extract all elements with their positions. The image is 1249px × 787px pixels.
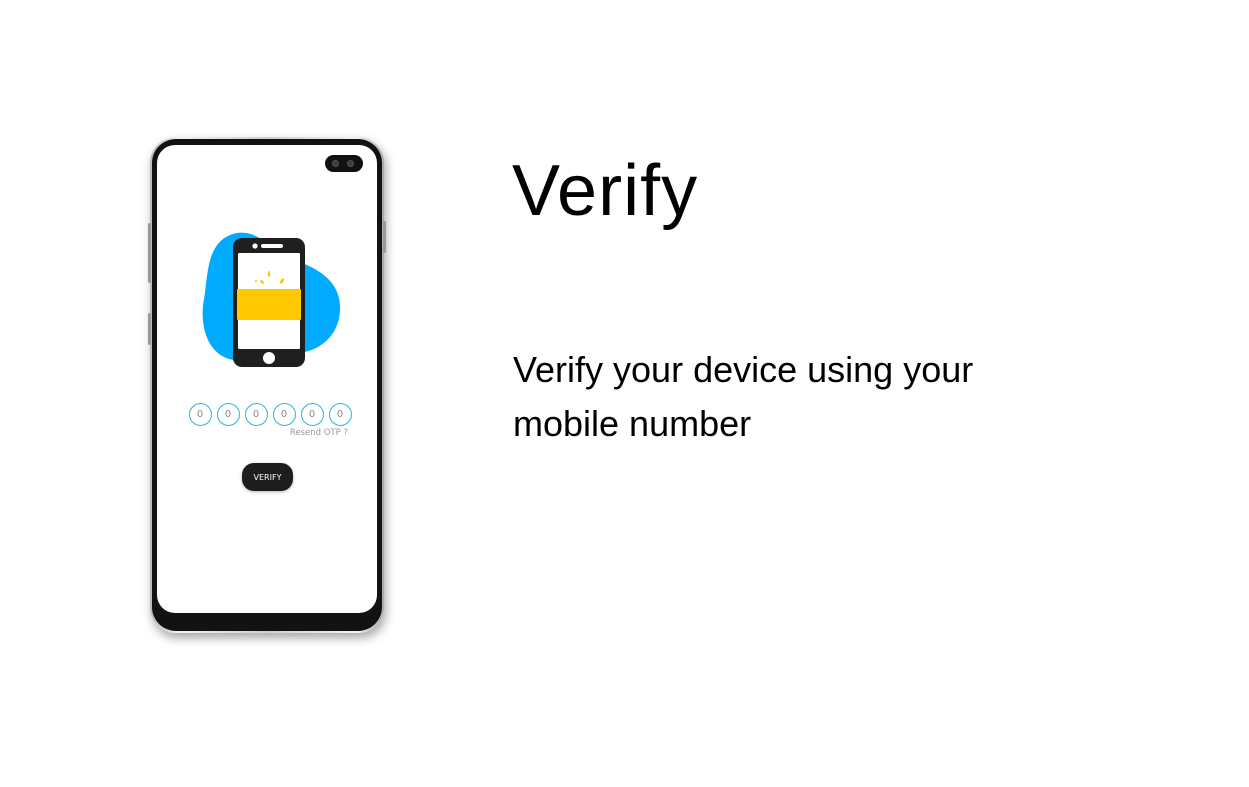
phone-side-button (148, 313, 151, 345)
phone-mockup: 0 0 0 0 0 0 Resend OTP ? VERIFY (148, 137, 386, 633)
phone-bezel: 0 0 0 0 0 0 Resend OTP ? VERIFY (152, 139, 382, 631)
otp-digit-input[interactable]: 0 (216, 403, 240, 426)
otp-input-row: 0 0 0 0 0 0 (157, 403, 377, 426)
verify-button[interactable]: VERIFY (242, 463, 293, 491)
resend-otp-link[interactable]: Resend OTP ? (290, 428, 348, 438)
page-title: Verify (512, 151, 699, 231)
phone-screen: 0 0 0 0 0 0 Resend OTP ? VERIFY (157, 145, 377, 613)
otp-digit-input[interactable]: 0 (328, 403, 352, 426)
phone-verification-icon (202, 232, 341, 367)
phone-side-button (148, 223, 151, 283)
otp-digit-input[interactable]: 0 (244, 403, 268, 426)
otp-digit-input[interactable]: 0 (300, 403, 324, 426)
phone-side-button (383, 221, 386, 253)
page: 0 0 0 0 0 0 Resend OTP ? VERIFY Verify V… (0, 0, 1249, 787)
front-camera-icon (325, 155, 363, 172)
otp-digit-input[interactable]: 0 (188, 403, 212, 426)
otp-digit-input[interactable]: 0 (272, 403, 296, 426)
page-description: Verify your device using your mobile num… (513, 349, 974, 444)
